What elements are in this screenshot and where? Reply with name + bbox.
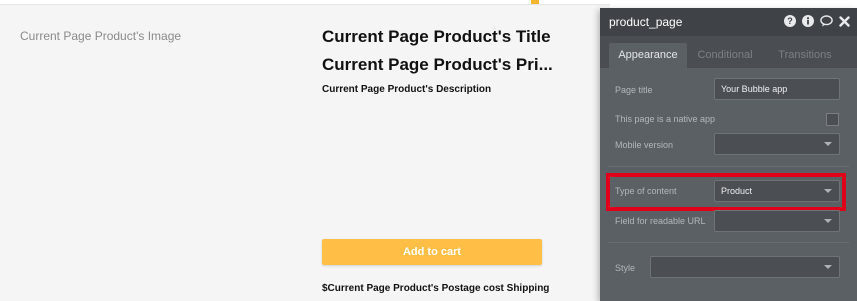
native-app-checkbox[interactable] bbox=[826, 113, 839, 126]
tab-appearance[interactable]: Appearance bbox=[609, 43, 687, 68]
help-icon[interactable]: ? bbox=[783, 14, 797, 28]
mobile-version-dropdown[interactable] bbox=[714, 133, 840, 155]
page-title-label: Page title bbox=[615, 85, 653, 95]
close-icon[interactable] bbox=[837, 14, 851, 28]
chevron-down-icon bbox=[824, 142, 832, 146]
product-title[interactable]: Current Page Product's Title bbox=[322, 27, 551, 47]
product-description[interactable]: Current Page Product's Description bbox=[322, 84, 491, 95]
info-icon[interactable] bbox=[801, 14, 815, 28]
mobile-version-label: Mobile version bbox=[615, 140, 674, 150]
page-title-input[interactable]: Your Bubble app bbox=[714, 78, 840, 100]
add-to-cart-button[interactable]: Add to cart bbox=[322, 239, 542, 265]
panel-header[interactable]: product_page ? bbox=[600, 8, 857, 36]
highlight-box bbox=[606, 173, 846, 211]
panel-title: product_page bbox=[609, 15, 683, 29]
postage-text[interactable]: $Current Page Product's Postage cost Shi… bbox=[322, 283, 549, 294]
style-dropdown[interactable] bbox=[650, 256, 840, 278]
section-divider bbox=[608, 242, 849, 243]
comment-icon[interactable] bbox=[819, 14, 833, 28]
panel-tabs: Appearance Conditional Transitions bbox=[600, 36, 857, 68]
chevron-down-icon bbox=[824, 265, 832, 269]
tab-transitions[interactable]: Transitions bbox=[770, 43, 840, 68]
native-app-label: This page is a native app bbox=[615, 114, 716, 124]
style-label: Style bbox=[615, 263, 636, 273]
panel-header-icons: ? bbox=[783, 14, 851, 30]
chevron-down-icon bbox=[824, 219, 832, 223]
tab-conditional[interactable]: Conditional bbox=[692, 43, 758, 68]
property-editor-panel: product_page ? Appearance Conditional Tr… bbox=[600, 8, 857, 301]
readable-url-dropdown[interactable] bbox=[714, 210, 840, 232]
svg-text:?: ? bbox=[787, 16, 793, 26]
readable-url-label: Field for readable URL bbox=[615, 216, 706, 226]
section-divider bbox=[608, 166, 849, 167]
product-price[interactable]: Current Page Product's Pri... bbox=[322, 55, 562, 75]
page-canvas[interactable]: Current Page Product's Image Current Pag… bbox=[0, 4, 610, 301]
product-image-placeholder[interactable]: Current Page Product's Image bbox=[20, 29, 181, 43]
